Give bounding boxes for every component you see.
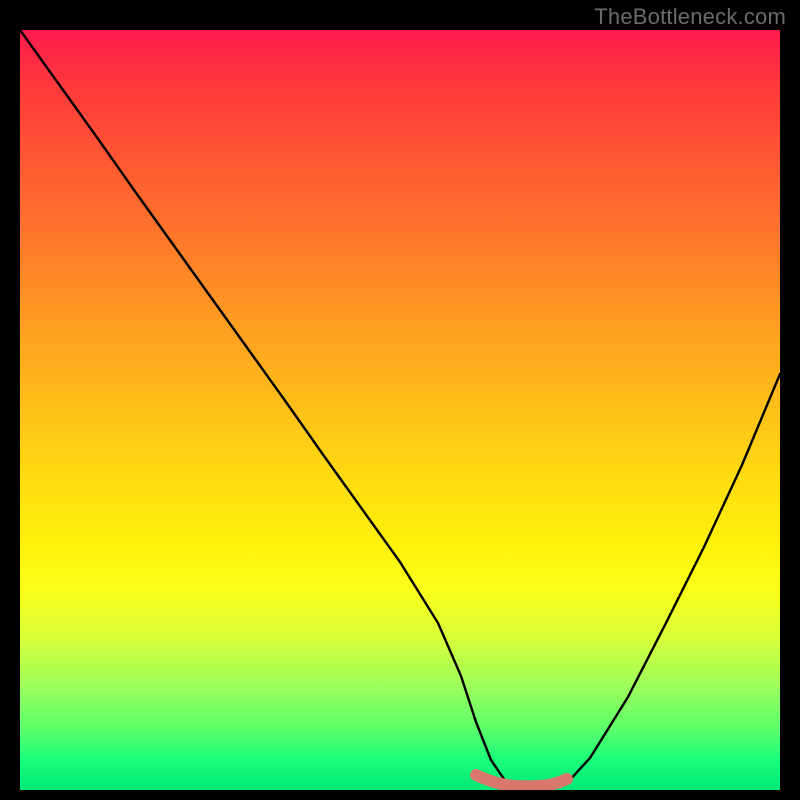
bottleneck-curve — [20, 30, 780, 789]
optimal-range-marker — [476, 775, 567, 786]
plot-area — [20, 30, 780, 790]
watermark-text: TheBottleneck.com — [594, 4, 786, 30]
curve-layer — [20, 30, 780, 790]
chart-frame: TheBottleneck.com — [0, 0, 800, 800]
